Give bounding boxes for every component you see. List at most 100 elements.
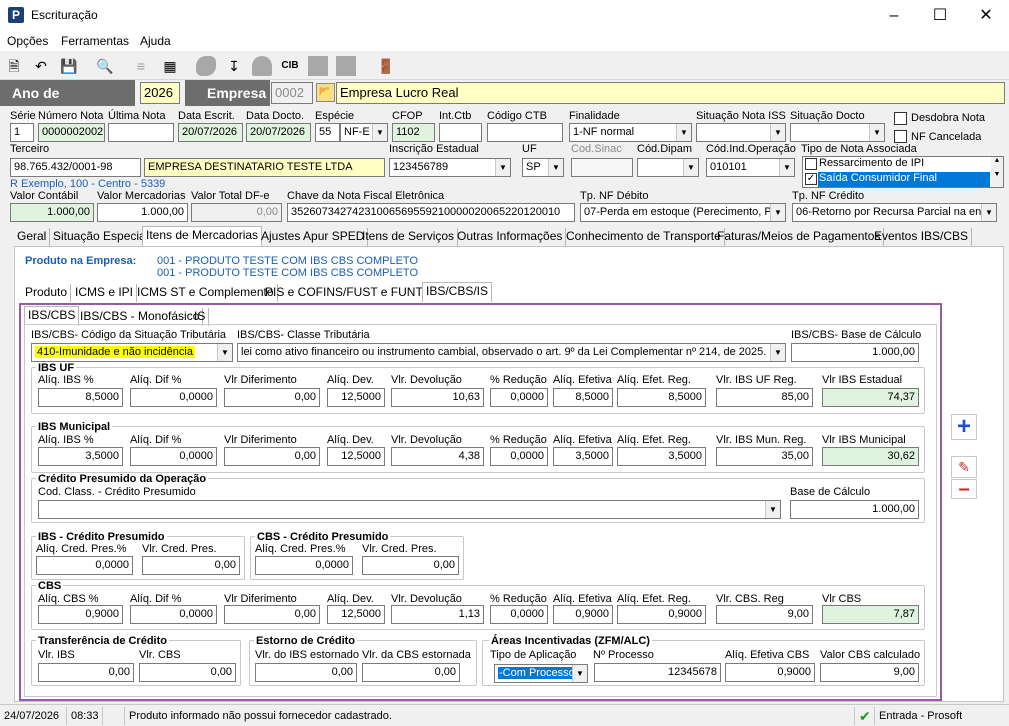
estorno-cbs-field[interactable]: 0,00	[362, 663, 460, 682]
empresa-code-field[interactable]: 0002	[271, 82, 313, 104]
tab-ibs-cbs[interactable]: IBS/CBS	[24, 306, 80, 326]
cbs-cred-aliq-field[interactable]: 0,0000	[255, 556, 353, 575]
transf-ibs-field[interactable]: 0,00	[38, 663, 134, 682]
tab-faturas[interactable]: Faturas/Meios de Pagamentos	[714, 228, 885, 246]
ano-field[interactable]: 2026	[140, 82, 180, 104]
ibs-mun-field-4[interactable]: 4,38	[391, 447, 484, 466]
sit-iss-select[interactable]: ▼	[696, 123, 786, 142]
dipam-select[interactable]: ▼	[637, 158, 699, 177]
undo-icon[interactable]: ↶	[31, 56, 51, 76]
cloud-icon[interactable]	[252, 56, 272, 76]
tab-produto[interactable]: Produto	[22, 284, 72, 302]
minimize-button[interactable]: –	[871, 0, 917, 31]
tab-situacao-especial[interactable]: Situação Especial	[50, 228, 153, 246]
numero-field[interactable]: 0000002002	[38, 123, 105, 142]
ultima-field[interactable]	[108, 123, 174, 142]
ibs-uf-field-7[interactable]: 8,5000	[617, 388, 706, 407]
ibs-mun-field-1[interactable]: 0,0000	[130, 447, 217, 466]
ibs-mun-field-6[interactable]: 3,5000	[553, 447, 613, 466]
cbs-field-7[interactable]: 0,9000	[617, 605, 706, 624]
folder-icon[interactable]: 📂	[316, 83, 335, 102]
sit-docto-select[interactable]: ▼	[790, 123, 885, 142]
remove-item-button[interactable]: –	[951, 479, 977, 499]
ibs-uf-field-1[interactable]: 0,0000	[130, 388, 217, 407]
exit-door-icon[interactable]: 🚪	[376, 56, 396, 76]
cst-select[interactable]: 410-Imunidade e não incidência ▼	[31, 343, 233, 362]
ibs-mun-field-7[interactable]: 3,5000	[617, 447, 706, 466]
consumidor-checkbox[interactable]: ✓	[805, 173, 817, 185]
cbs-field-3[interactable]: 12,5000	[327, 605, 385, 624]
cib-icon[interactable]: CIB	[280, 56, 300, 76]
tab-eventos-ibs-cbs[interactable]: Eventos IBS/CBS	[871, 228, 973, 246]
menu-ferramentas[interactable]: Ferramentas	[61, 34, 129, 48]
ibs-uf-field-5[interactable]: 0,0000	[490, 388, 548, 407]
tp-credito-select[interactable]: 06-Retorno por Recursa Parcial na ent ▼	[792, 203, 997, 222]
tab-icms-ipi[interactable]: ICMS e IPI	[72, 284, 138, 302]
maximize-button[interactable]: ☐	[917, 0, 963, 31]
intctb-field[interactable]	[439, 123, 482, 142]
data-escr-field[interactable]: 20/07/2026	[178, 123, 243, 142]
tab-pis-cofins[interactable]: PIS e COFINS/FUST e FUNTTEL	[262, 284, 449, 302]
calculator-icon[interactable]: ▦	[160, 56, 180, 76]
menu-opcoes[interactable]: Opções	[7, 34, 48, 48]
uf-select[interactable]: SP ▼	[522, 158, 564, 177]
ibs-cred-vlr-field[interactable]: 0,00	[142, 556, 240, 575]
ibs-uf-field-2[interactable]: 0,00	[224, 388, 320, 407]
disabled-tool2-icon[interactable]	[336, 56, 356, 76]
preview-icon[interactable]: 🔍	[95, 56, 115, 76]
tab-icms-st[interactable]: ICMS ST e Complemento	[134, 284, 278, 302]
tab-ajustes-sped[interactable]: Ajustes Apur SPED	[258, 228, 369, 246]
ibs-uf-field-3[interactable]: 12,5000	[327, 388, 385, 407]
serie-field[interactable]: 1	[10, 123, 34, 142]
data-docto-field[interactable]: 20/07/2026	[246, 123, 311, 142]
cbs-cred-vlr-field[interactable]: 0,00	[362, 556, 459, 575]
ibs-mun-field-3[interactable]: 12,5000	[327, 447, 385, 466]
ibs-mun-field-2[interactable]: 0,00	[224, 447, 320, 466]
cbs-field-0[interactable]: 0,9000	[38, 605, 123, 624]
ibs-uf-field-4[interactable]: 10,63	[391, 388, 484, 407]
puzzle-icon[interactable]	[196, 56, 216, 76]
new-icon[interactable]: 🗎	[4, 56, 24, 76]
tp-debito-select[interactable]: 07-Perda em estoque (Perecimento, P ▼	[580, 203, 786, 222]
add-item-button[interactable]: +	[951, 414, 977, 440]
tab-ibs-cbs-is[interactable]: IBS/CBS/IS	[422, 282, 493, 302]
menu-ajuda[interactable]: Ajuda	[140, 34, 171, 48]
codctb-field[interactable]	[487, 123, 563, 142]
classe-select[interactable]: lei como ativo financeiro ou instrumento…	[237, 343, 786, 362]
estorno-ibs-field[interactable]: 0,00	[255, 663, 357, 682]
ibs-uf-field-0[interactable]: 8,5000	[38, 388, 123, 407]
chave-field[interactable]: 3526073427423100656955921000002006522012…	[287, 203, 575, 222]
areas-vlr-field[interactable]: 9,00	[820, 663, 919, 682]
vmerc-field[interactable]: 1.000,00	[97, 203, 188, 222]
ibs-mun-field-5[interactable]: 0,0000	[490, 447, 548, 466]
finalidade-select[interactable]: 1-NF normal ▼	[569, 123, 692, 142]
cred-base-field[interactable]: 1.000,00	[790, 500, 919, 519]
cred-class-select[interactable]: ▼	[38, 500, 781, 519]
terceiro-cnpj-field[interactable]: 98.765.432/0001-98	[10, 158, 141, 177]
ibs-uf-field-8[interactable]: 85,00	[716, 388, 813, 407]
indop-select[interactable]: 010101 ▼	[706, 158, 795, 177]
sinac-field[interactable]	[571, 158, 633, 177]
tab-itens-mercadorias[interactable]: Itens de Mercadorias	[142, 226, 263, 246]
tab-conhecimento-transporte[interactable]: Conhecimento de Transporte	[563, 228, 725, 246]
cbs-field-4[interactable]: 1,13	[391, 605, 484, 624]
ibs-uf-field-6[interactable]: 8,5000	[553, 388, 613, 407]
especie-select[interactable]: NF-E ▼	[340, 123, 388, 142]
areas-aliq-field[interactable]: 0,9000	[725, 663, 815, 682]
ibs-cred-aliq-field[interactable]: 0,0000	[36, 556, 133, 575]
cbs-field-8[interactable]: 9,00	[716, 605, 813, 624]
download-icon[interactable]: ↧	[224, 56, 244, 76]
ie-select[interactable]: 123456789 ▼	[389, 158, 511, 177]
cbs-field-6[interactable]: 0,9000	[553, 605, 613, 624]
especie-code-field[interactable]: 55	[315, 123, 340, 142]
ibs-mun-field-8[interactable]: 35,00	[716, 447, 813, 466]
base-field[interactable]: 1.000,00	[791, 343, 919, 362]
areas-tipo-select[interactable]: -Com Processo ▼	[494, 664, 588, 683]
tab-itens-servicos[interactable]: Itens de Serviços	[359, 228, 459, 246]
edit-item-button[interactable]: ✎	[951, 456, 977, 478]
list-scrollbar[interactable]: ▲ ▼	[991, 157, 1003, 187]
cfop-field[interactable]: 1102	[392, 123, 435, 142]
ibs-mun-field-0[interactable]: 3,5000	[38, 447, 123, 466]
disabled-tool-icon[interactable]	[308, 56, 328, 76]
vcont-field[interactable]: 1.000,00	[10, 203, 94, 222]
